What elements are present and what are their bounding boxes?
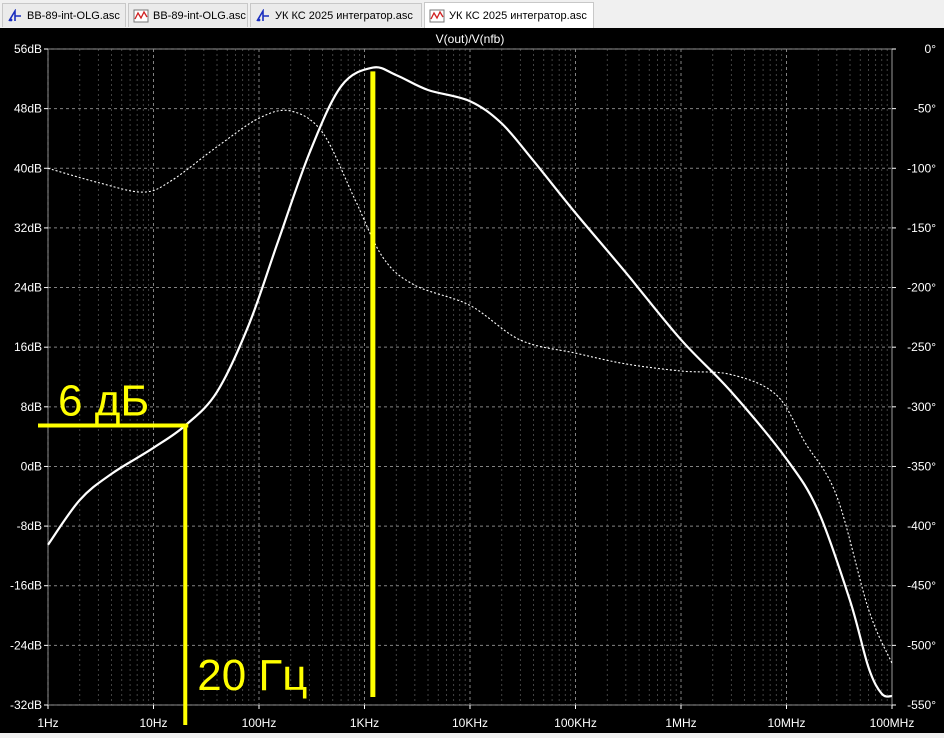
tab-schematic-uk[interactable]: УК КС 2025 интегратор.asc bbox=[250, 3, 422, 27]
x-tick-label: 1KHz bbox=[350, 716, 379, 730]
y-tick-label-right: -350° bbox=[907, 459, 936, 473]
schematic-icon bbox=[7, 7, 23, 23]
y-tick-label-left: 16dB bbox=[14, 340, 42, 354]
x-tick-label: 1MHz bbox=[665, 716, 696, 730]
plot-pane[interactable]: 56dB 48dB 40dB 32dB 24dB 16dB 8dB 0dB -8dB -16dB -… bbox=[0, 28, 944, 733]
gain-annotation-label: 6 дБ bbox=[58, 376, 149, 425]
y-tick-label-left: 40dB bbox=[14, 161, 42, 175]
document-tab-bar: BB-89-int-OLG.asc BB-89-int-OLG.asc УК К… bbox=[0, 0, 944, 29]
waveform-icon bbox=[429, 9, 445, 23]
y-tick-label-right: -100° bbox=[907, 161, 936, 175]
y-tick-label-left: 48dB bbox=[14, 102, 42, 116]
tab-label: BB-89-int-OLG.asc bbox=[153, 9, 246, 22]
y-tick-label-right: -150° bbox=[907, 221, 936, 235]
y-tick-label-left: -8dB bbox=[17, 519, 42, 533]
tab-label: УК КС 2025 интегратор.asc bbox=[275, 9, 413, 22]
y-tick-label-left: 56dB bbox=[14, 42, 42, 56]
y-tick-label-right: -250° bbox=[907, 340, 936, 354]
tab-label: УК КС 2025 интегратор.asc bbox=[449, 9, 587, 22]
chart-title: V(out)/V(nfb) bbox=[436, 32, 505, 46]
x-tick-label: 100MHz bbox=[870, 716, 915, 730]
x-tick-label: 10MHz bbox=[767, 716, 805, 730]
waveform-icon bbox=[133, 9, 149, 23]
y-tick-label-left: 32dB bbox=[14, 221, 42, 235]
x-tick-label: 10KHz bbox=[452, 716, 488, 730]
y-tick-label-right: -200° bbox=[907, 281, 936, 295]
y-tick-label-left: 24dB bbox=[14, 281, 42, 295]
tab-waveform-bb89[interactable]: BB-89-int-OLG.asc bbox=[128, 3, 248, 27]
x-tick-label: 10Hz bbox=[139, 716, 167, 730]
y-tick-label-right: -550° bbox=[907, 698, 936, 712]
x-tick-label: 1Hz bbox=[37, 716, 58, 730]
y-tick-label-right: 0° bbox=[925, 42, 937, 56]
y-tick-label-left: 8dB bbox=[21, 400, 42, 414]
y-tick-label-right: -450° bbox=[907, 579, 936, 593]
y-tick-label-left: -16dB bbox=[10, 579, 42, 593]
tab-schematic-bb89[interactable]: BB-89-int-OLG.asc bbox=[2, 3, 126, 27]
tab-label: BB-89-int-OLG.asc bbox=[27, 9, 120, 22]
tab-waveform-uk[interactable]: УК КС 2025 интегратор.asc bbox=[424, 2, 594, 28]
y-tick-label-left: -32dB bbox=[10, 698, 42, 712]
y-tick-label-left: 0dB bbox=[21, 459, 42, 473]
x-tick-label: 100Hz bbox=[242, 716, 277, 730]
y-tick-label-right: -500° bbox=[907, 638, 936, 652]
y-tick-label-right: -300° bbox=[907, 400, 936, 414]
y-tick-label-left: -24dB bbox=[10, 638, 42, 652]
y-tick-label-right: -50° bbox=[914, 102, 936, 116]
y-tick-label-right: -400° bbox=[907, 519, 936, 533]
schematic-icon bbox=[255, 7, 271, 23]
x-tick-label: 100KHz bbox=[554, 716, 597, 730]
frequency-annotation-label: 20 Гц bbox=[197, 651, 307, 700]
bode-plot[interactable]: 56dB 48dB 40dB 32dB 24dB 16dB 8dB 0dB -8dB -16dB -… bbox=[0, 28, 944, 733]
